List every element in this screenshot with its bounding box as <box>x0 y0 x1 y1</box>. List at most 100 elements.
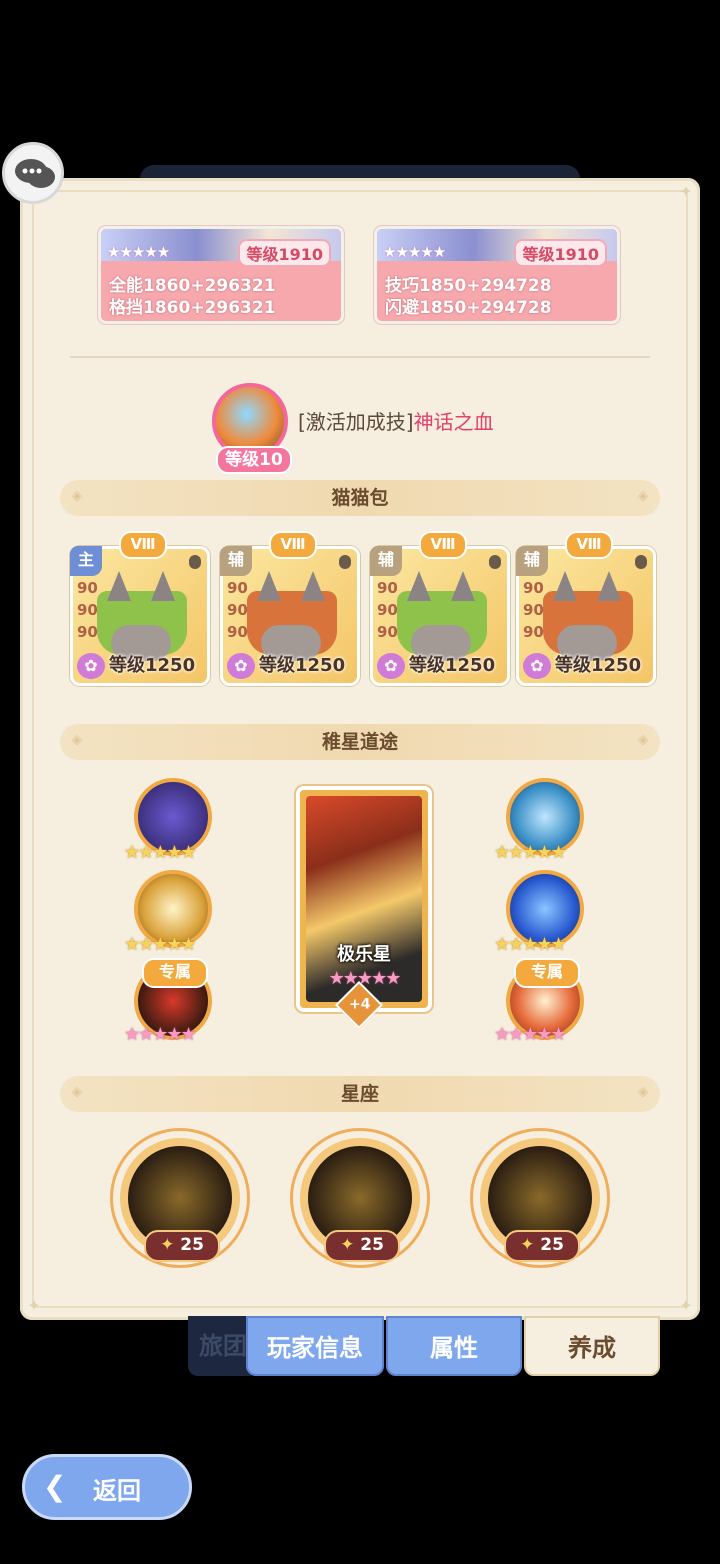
diamond-icon: ◈ <box>71 1084 83 1100</box>
pet-stat: 90 <box>523 623 544 641</box>
back-arrow-icon: ❮ <box>43 1470 67 1503</box>
pet-level: 等级1250 <box>259 655 346 676</box>
hero-level: 等级1910 <box>514 239 607 267</box>
rune-stars: ★★★★★ <box>494 842 567 863</box>
pet-level: 等级1250 <box>555 655 642 676</box>
pet-ear <box>407 571 431 601</box>
lock-icon <box>635 555 647 569</box>
pet-stat: 90 <box>377 601 398 619</box>
pet-ear <box>257 571 281 601</box>
hero-stars: ★★★★★ <box>107 243 170 261</box>
rune-stars: ★★★★★ <box>124 934 197 955</box>
pet-role-badge: 辅 <box>370 546 402 576</box>
skill-level: 等级10 <box>216 446 292 474</box>
pet-ear <box>151 571 175 601</box>
pet-ear <box>597 571 621 601</box>
star-icon: ✦ <box>160 1235 175 1255</box>
star-icon: ✦ <box>340 1235 355 1255</box>
rune-stars: ★★★★★ <box>494 1024 567 1045</box>
pet-stat: 90 <box>227 601 248 619</box>
pet-level: 等级1250 <box>409 655 496 676</box>
skill-name: 神话之血 <box>413 410 494 434</box>
pet-ear <box>451 571 475 601</box>
pet-ear <box>301 571 325 601</box>
diamond-icon: ◈ <box>637 488 649 504</box>
section-title: 稚星道途 <box>321 731 398 753</box>
section-header-pets: ◈ 猫猫包 ◈ <box>60 480 660 516</box>
pet-stat: 90 <box>77 601 98 619</box>
pet-stat: 90 <box>227 623 248 641</box>
pet-role-badge: 辅 <box>220 546 252 576</box>
pet-card-3[interactable]: Ⅷ 辅 90 90 90 ✿ 等级1250 <box>370 531 510 686</box>
chat-icon <box>15 159 55 188</box>
skill-prefix: [激活加成技] <box>298 410 414 434</box>
pet-stat: 90 <box>77 579 98 597</box>
pet-rank: Ⅷ <box>565 531 613 559</box>
hero-stat: 格挡1860+296321 <box>109 298 276 318</box>
lock-icon <box>189 555 201 569</box>
constellation-number: 25 <box>180 1235 204 1255</box>
main-panel: ✦ ✦ ✦ ✦ ★★★★★ 等级1910 全能1860+296321 格挡186… <box>20 178 700 1320</box>
pet-role-badge: 辅 <box>516 546 548 576</box>
constellation-value: ✦ 25 <box>504 1230 580 1262</box>
pet-card-2[interactable]: Ⅷ 辅 90 90 90 ✿ 等级1250 <box>220 531 360 686</box>
diamond-icon: ◈ <box>637 732 649 748</box>
pet-stat: 90 <box>377 623 398 641</box>
tab-development[interactable]: 养成 <box>524 1316 660 1376</box>
pet-rank: Ⅷ <box>269 531 317 559</box>
pet-card-4[interactable]: Ⅷ 辅 90 90 90 ✿ 等级1250 <box>516 531 656 686</box>
star-icon: ✦ <box>520 1235 535 1255</box>
pet-stats: 90 90 90 <box>227 577 248 643</box>
pet-stats: 90 90 90 <box>523 577 544 643</box>
chat-button[interactable] <box>2 142 64 204</box>
corner-ornament: ✦ <box>27 1296 41 1315</box>
section-title: 猫猫包 <box>331 487 389 509</box>
pet-rank: Ⅷ <box>419 531 467 559</box>
paw-icon: ✿ <box>77 653 105 679</box>
exclusive-badge: 专属 <box>514 958 580 988</box>
constellation-number: 25 <box>540 1235 564 1255</box>
hero-stat: 闪避1850+294728 <box>385 298 552 318</box>
hero-card-2[interactable]: ★★★★★ 等级1910 技巧1850+294728 闪避1850+294728 <box>374 226 620 324</box>
pet-stats: 90 90 90 <box>377 577 398 643</box>
divider <box>70 356 650 358</box>
diamond-icon: ◈ <box>71 732 83 748</box>
tab-player-info[interactable]: 玩家信息 <box>246 1316 384 1376</box>
corner-ornament: ✦ <box>679 182 693 201</box>
pet-stat: 90 <box>227 579 248 597</box>
pet-stat: 90 <box>523 601 544 619</box>
exclusive-badge: 专属 <box>142 958 208 988</box>
constellation-number: 25 <box>360 1235 384 1255</box>
back-label: 返回 <box>93 1477 141 1505</box>
rune-stars: ★★★★★ <box>124 842 197 863</box>
hero-level: 等级1910 <box>238 239 331 267</box>
hero-stars: ★★★★★ <box>383 243 446 261</box>
hero-card-1[interactable]: ★★★★★ 等级1910 全能1860+296321 格挡1860+296321 <box>98 226 344 324</box>
back-button[interactable]: ❮ 返回 <box>22 1454 192 1520</box>
pet-card-1[interactable]: Ⅷ 主 90 90 90 ✿ 等级1250 <box>70 531 210 686</box>
pet-role-badge: 主 <box>70 546 102 576</box>
paw-icon: ✿ <box>377 653 405 679</box>
pet-ear <box>107 571 131 601</box>
path-card[interactable]: 极乐星 ★★★★★ <box>296 786 432 1012</box>
pet-stats: 90 90 90 <box>77 577 98 643</box>
section-header-path: ◈ 稚星道途 ◈ <box>60 724 660 760</box>
card-name: 极乐星 <box>337 944 391 965</box>
lock-icon <box>489 555 501 569</box>
diamond-icon: ◈ <box>71 488 83 504</box>
pet-stat: 90 <box>523 579 544 597</box>
rune-stars: ★★★★★ <box>494 934 567 955</box>
pet-ear <box>553 571 577 601</box>
pet-rank: Ⅷ <box>119 531 167 559</box>
diamond-icon: ◈ <box>637 1084 649 1100</box>
tab-attributes[interactable]: 属性 <box>386 1316 522 1376</box>
constellation-value: ✦ 25 <box>144 1230 220 1262</box>
lock-icon <box>339 555 351 569</box>
pet-stat: 90 <box>77 623 98 641</box>
section-title: 星座 <box>340 1083 379 1105</box>
paw-icon: ✿ <box>227 653 255 679</box>
card-plus: +4 <box>348 996 371 1013</box>
skill-label: [激活加成技]神话之血 <box>298 406 494 435</box>
rune-stars: ★★★★★ <box>124 1024 197 1045</box>
section-header-constellation: ◈ 星座 ◈ <box>60 1076 660 1112</box>
